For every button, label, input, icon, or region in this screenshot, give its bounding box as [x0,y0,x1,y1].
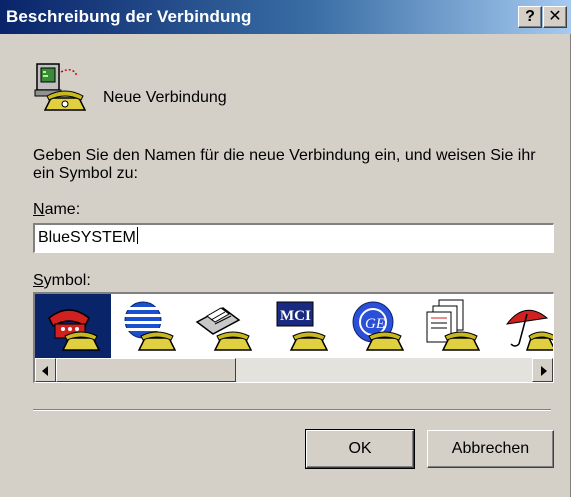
name-label-accelerator: N [33,201,45,218]
left-arrow-icon [42,366,48,376]
modem-phone-icon [33,62,89,114]
symbol-label: Symbol: [33,272,91,290]
window-title: Beschreibung der Verbindung [6,7,252,26]
scroll-right-button[interactable] [532,358,553,382]
name-label: Name: [33,201,80,219]
ge-phone-icon[interactable]: GE [339,294,415,358]
symbol-list[interactable]: MCI GE [33,292,554,383]
right-arrow-icon [541,366,547,376]
scroll-thumb[interactable] [56,358,236,382]
help-button[interactable]: ? [518,6,542,28]
connection-name: Neue Verbindung [103,89,227,106]
red-phone-icon[interactable] [35,294,111,358]
text-caret [136,227,138,244]
svg-text:MCI: MCI [280,308,311,324]
name-label-text: ame: [44,201,81,218]
svg-text:GE: GE [365,316,385,332]
umbrella-phone-icon[interactable] [491,294,553,358]
horizontal-scrollbar[interactable] [35,358,553,382]
symbol-label-text: ymbol: [43,272,91,289]
scroll-left-button[interactable] [35,358,56,382]
title-bar[interactable]: Beschreibung der Verbindung ? ✕ [0,0,571,34]
striped-globe-phone-icon[interactable] [111,294,187,358]
mci-phone-icon[interactable]: MCI [263,294,339,358]
instruction-text: Geben Sie den Namen für die neue Verbind… [33,147,536,182]
cancel-button[interactable]: Abbrechen [427,430,554,468]
name-input[interactable]: BlueSYSTEM [33,223,554,253]
name-input-value: BlueSYSTEM [38,229,136,246]
ok-button[interactable]: OK [305,429,415,469]
documents-phone-icon[interactable] [415,294,491,358]
connection-description-dialog: Beschreibung der Verbindung ? ✕ Neue Ver… [0,0,571,497]
close-button[interactable]: ✕ [543,6,567,28]
fax-phone-icon[interactable] [187,294,263,358]
symbol-label-accelerator: S [33,272,44,289]
separator [33,409,551,411]
